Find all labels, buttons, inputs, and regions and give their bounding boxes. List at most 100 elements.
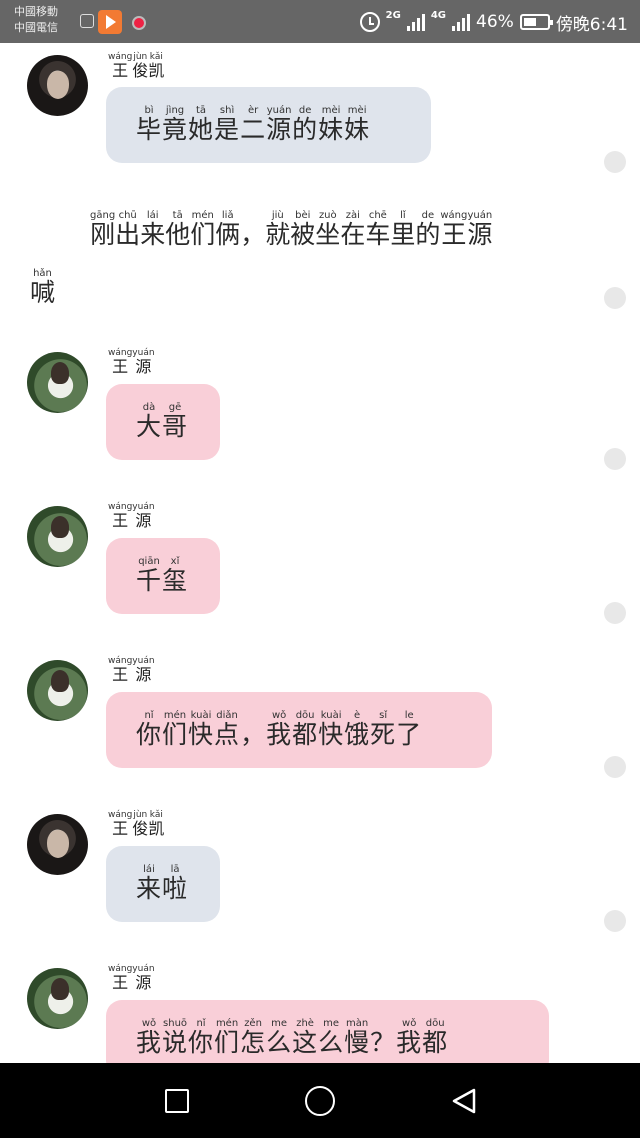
character-with-pinyin: mén 们 [162,710,189,750]
message-bubble[interactable]: nǐ 你 mén 们 kuài 快 diǎn 点 ， wǒ 我 dōu 都 kuài 快 è 饿 sǐ 死 le 了 [106,692,492,768]
hanzi-character: 王 [112,665,129,684]
status-dot-icon [604,756,626,778]
hanzi-character: 的 [292,114,319,144]
avatar[interactable] [27,660,88,721]
sender-name: wáng 王 yuán 源 [108,964,155,992]
sender-name-text: wáng 王 jùn 俊 kǎi 凯 [108,52,164,80]
character-with-pinyin: yuán 源 [467,211,492,250]
character-with-pinyin: xǐ 玺 [162,556,188,596]
hanzi-character: 妹 [318,114,345,144]
message-bubble[interactable]: wǒ 我 shuō 说 nǐ 你 mén 们 zěn 怎 me 么 zhè 这 me 么 màn 慢 ？ wǒ 我 dō… [106,1000,549,1063]
hanzi-character: 王 [112,357,129,376]
battery-icon [519,14,553,30]
character-with-pinyin: ？ [370,1019,396,1058]
character-with-pinyin: tā 他 [165,211,190,250]
hanzi-character: 源 [135,973,152,992]
hanzi-character: 凯 [148,819,165,838]
message-text: wǒ 我 shuō 说 nǐ 你 mén 们 zěn 怎 me 么 zhè 这 me 么 màn 慢 ？ wǒ 我 dō… [136,1018,448,1058]
hanzi-character: 喊 [30,278,56,307]
hanzi-character: 么 [266,1027,293,1057]
chat-area[interactable]: wáng 王 jùn 俊 kǎi 凯 bì 毕 jìng 竟 tā 她 shì 是 èr 二 yuán 源 de 的 m… [0,43,640,1063]
hanzi-character: ？ [370,1027,397,1057]
network-type-2: 4G [430,10,447,21]
character-with-pinyin: wáng 王 [108,502,132,530]
hanzi-character: 源 [135,665,152,684]
hanzi-character: 这 [292,1027,319,1057]
character-with-pinyin: kuài 快 [188,710,214,750]
hanzi-character: 我 [396,1027,423,1057]
character-with-pinyin: me 么 [318,1018,344,1058]
hanzi-character: 你 [188,1027,215,1057]
alarm-icon [359,12,380,32]
avatar[interactable] [27,968,88,1029]
character-with-pinyin: tā 她 [188,105,214,145]
character-with-pinyin: zài 在 [340,211,365,250]
sender-name: wáng 王 jùn 俊 kǎi 凯 [108,52,164,80]
message-text: qiān 千 xǐ 玺 [136,556,188,596]
sender-name: wáng 王 yuán 源 [108,348,155,376]
character-with-pinyin: yuán 源 [132,964,154,992]
character-with-pinyin: zěn 怎 [240,1018,267,1058]
hanzi-character: 刚 [90,220,116,249]
hanzi-character: 慢 [344,1027,371,1057]
character-with-pinyin: wǒ 我 [396,1018,423,1058]
back-button[interactable] [412,1063,512,1138]
hanzi-character: 源 [135,511,152,530]
recent-apps-button[interactable] [128,1063,228,1138]
character-with-pinyin: ， [240,211,265,250]
character-with-pinyin: lā 啦 [162,864,188,904]
sender-name: wáng 王 yuán 源 [108,656,155,684]
hanzi-character: 凯 [148,61,165,80]
hanzi-character: 就 [265,220,291,249]
character-with-pinyin: bèi 被 [290,211,315,250]
character-with-pinyin: màn 慢 [344,1018,371,1058]
hanzi-character: 们 [190,220,216,249]
character-with-pinyin: gāng 刚 [90,211,115,250]
hanzi-character: ， [240,719,267,749]
character-with-pinyin: wáng 王 [108,810,132,838]
character-with-pinyin: sǐ 死 [370,710,396,750]
avatar[interactable] [27,814,88,875]
hanzi-character: 饿 [344,719,371,749]
avatar[interactable] [27,506,88,567]
character-with-pinyin: lǐ 里 [390,211,415,250]
character-with-pinyin: hǎn 喊 [30,269,55,308]
message-bubble[interactable]: qiān 千 xǐ 玺 [106,538,220,614]
character-with-pinyin: wáng 王 [108,656,132,684]
avatar[interactable] [27,352,88,413]
hanzi-character: 怎 [240,1027,267,1057]
hanzi-character: 竟 [162,114,189,144]
character-with-pinyin: kuài 快 [318,710,344,750]
hanzi-character: 王 [441,220,467,249]
hanzi-character: 了 [396,719,423,749]
character-with-pinyin: wáng 王 [108,348,132,376]
avatar[interactable] [27,55,88,116]
message-bubble[interactable]: lái 来 lā 啦 [106,846,220,922]
hanzi-character: 大 [136,411,163,441]
character-with-pinyin: wáng 王 [108,964,132,992]
character-with-pinyin: wáng 王 [440,211,467,250]
message-text: bì 毕 jìng 竟 tā 她 shì 是 èr 二 yuán 源 de 的 mèi 妹 mèi 妹 [136,105,370,145]
hanzi-character: 我 [136,1027,163,1057]
home-button[interactable] [270,1063,370,1138]
sender-name-text: wáng 王 jùn 俊 kǎi 凯 [108,810,164,838]
status-dot-icon [604,602,626,624]
hanzi-character: 王 [112,511,129,530]
status-bar: 中國移動 中國電信 2G 4G 46% 傍晚6:41 [0,0,640,43]
character-with-pinyin: zhè 这 [292,1018,319,1058]
message-bubble[interactable]: dà 大 gē 哥 [106,384,220,460]
hanzi-character: 来 [136,873,163,903]
character-with-pinyin: dà 大 [136,402,163,442]
hanzi-character: 他 [165,220,191,249]
character-with-pinyin: qiān 千 [136,556,162,596]
signal-bars-icon [406,13,425,31]
hanzi-character: 们 [162,719,189,749]
message-bubble[interactable]: bì 毕 jìng 竟 tā 她 shì 是 èr 二 yuán 源 de 的 mèi 妹 mèi 妹 [106,87,431,163]
character-with-pinyin: yuán 源 [132,348,154,376]
carrier-info: 中國移動 中國電信 [14,4,58,36]
narration-text: hǎn 喊 [30,269,55,308]
character-with-pinyin: liǎ 俩 [215,211,240,250]
character-with-pinyin: dōu 都 [422,1018,448,1058]
notification-app-icon [80,14,94,28]
hanzi-character: 王 [112,61,129,80]
